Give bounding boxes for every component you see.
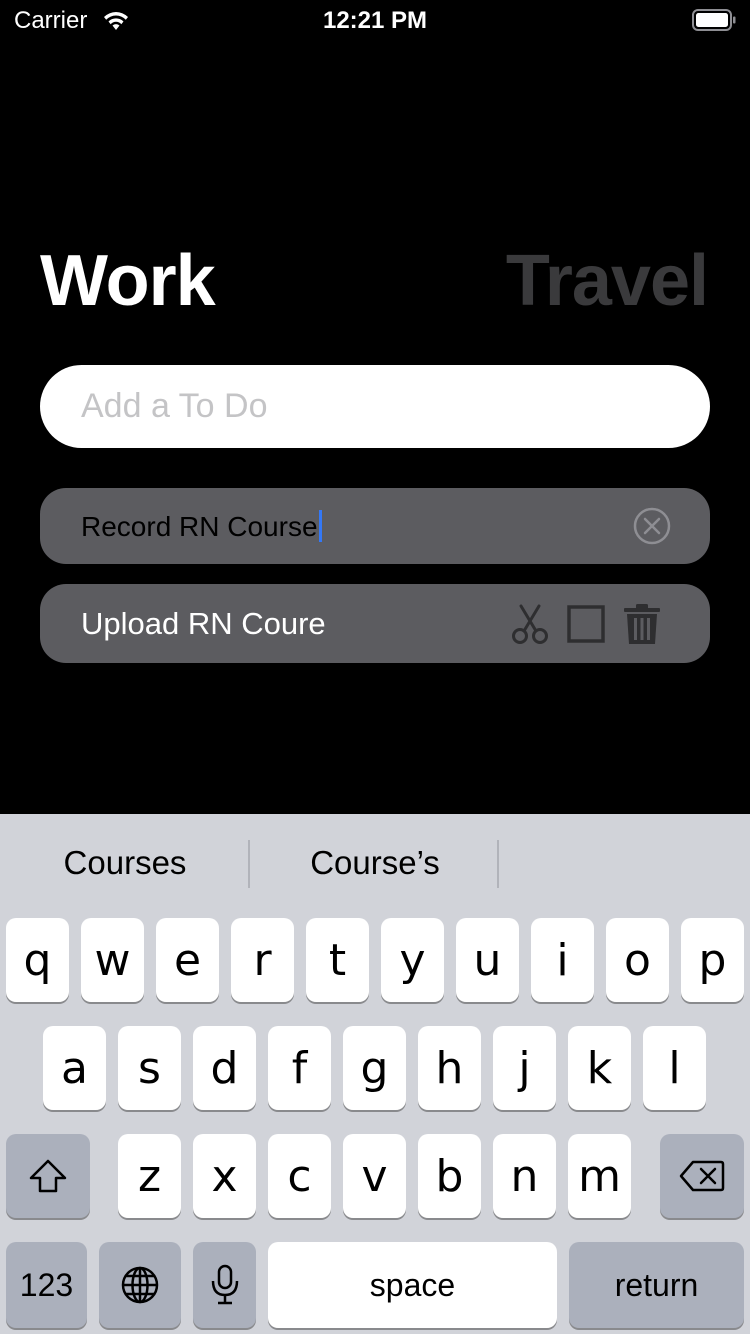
key-q[interactable]: q [6,918,69,1002]
suggestion-1[interactable]: Courses [0,844,250,882]
key-r[interactable]: r [231,918,294,1002]
todo-item-editing[interactable]: Record RN Course [40,488,710,564]
predictive-text-bar: Courses Course’s [0,814,750,906]
numbers-key[interactable]: 123 [6,1242,87,1328]
battery-icon [692,9,736,31]
key-v[interactable]: v [343,1134,406,1218]
suggestion-2[interactable]: Course’s [250,844,500,882]
text-caret [318,510,322,542]
todo-text: Upload RN Coure [81,606,326,641]
key-g[interactable]: g [343,1026,406,1110]
key-f[interactable]: f [268,1026,331,1110]
key-b[interactable]: b [418,1134,481,1218]
tab-work[interactable]: Work [40,240,216,322]
key-h[interactable]: h [418,1026,481,1110]
globe-key[interactable] [99,1242,181,1328]
clear-text-icon[interactable] [632,506,672,546]
key-s[interactable]: s [118,1026,181,1110]
todo-edit-value: Record RN Course [81,511,318,542]
dictation-key[interactable] [193,1242,256,1328]
scissors-icon[interactable] [510,604,550,644]
globe-icon [121,1266,159,1304]
clock: 12:21 PM [322,7,428,34]
todo-edit-field[interactable]: Record RN Course [81,510,322,543]
key-e[interactable]: e [156,918,219,1002]
space-key[interactable]: space [268,1242,557,1328]
key-m[interactable]: m [568,1134,631,1218]
status-bar: Carrier 12:21 PM [0,0,750,40]
key-i[interactable]: i [531,918,594,1002]
on-screen-keyboard: Courses Course’s q w e r t y u i o p a s… [0,814,750,1334]
key-w[interactable]: w [81,918,144,1002]
key-a[interactable]: a [43,1026,106,1110]
key-y[interactable]: y [381,918,444,1002]
key-x[interactable]: x [193,1134,256,1218]
microphone-icon [211,1264,238,1305]
key-t[interactable]: t [306,918,369,1002]
return-key[interactable]: return [569,1242,744,1328]
tab-travel[interactable]: Travel [506,240,709,322]
backspace-key[interactable] [660,1134,744,1218]
key-j[interactable]: j [493,1026,556,1110]
key-o[interactable]: o [606,918,669,1002]
todo-item[interactable]: Upload RN Coure [40,584,710,663]
add-todo-input[interactable] [40,365,710,448]
key-l[interactable]: l [643,1026,706,1110]
shift-key[interactable] [6,1134,90,1218]
shift-arrow-icon [29,1159,67,1193]
trash-icon[interactable] [624,604,660,644]
key-p[interactable]: p [681,918,744,1002]
backspace-icon [679,1160,725,1192]
key-k[interactable]: k [568,1026,631,1110]
checkbox-icon[interactable] [567,605,605,643]
key-n[interactable]: n [493,1134,556,1218]
key-z[interactable]: z [118,1134,181,1218]
key-c[interactable]: c [268,1134,331,1218]
key-d[interactable]: d [193,1026,256,1110]
suggestion-divider [497,840,499,888]
key-u[interactable]: u [456,918,519,1002]
